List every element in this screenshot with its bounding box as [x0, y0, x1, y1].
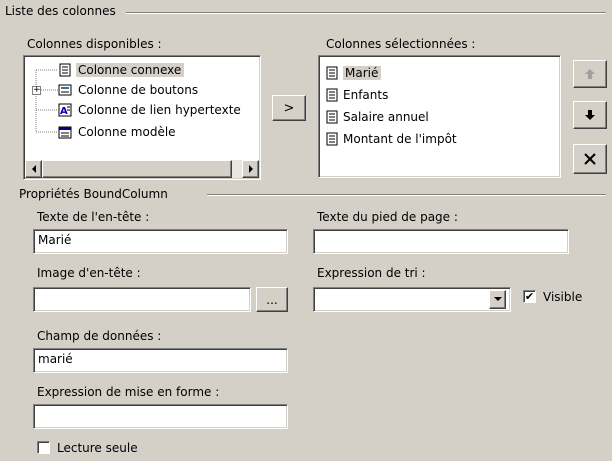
- selected-item[interactable]: Salaire annuel: [325, 108, 429, 126]
- scroll-right-button[interactable]: [242, 160, 259, 178]
- bound-column-icon: [326, 88, 338, 102]
- visible-checkbox[interactable]: ✔: [523, 290, 536, 303]
- button-column-icon: [58, 84, 72, 96]
- add-column-button[interactable]: >: [272, 95, 306, 121]
- footer-text-label: Texte du pied de page :: [317, 210, 458, 224]
- footer-text-input[interactable]: [313, 229, 569, 254]
- delete-column-button[interactable]: [573, 144, 607, 174]
- read-only-label: Lecture seule: [57, 441, 138, 455]
- available-columns-label: Colonnes disponibles :: [27, 37, 162, 51]
- data-field-input[interactable]: marié: [33, 348, 288, 373]
- scroll-left-button[interactable]: [25, 160, 42, 178]
- available-item[interactable]: Colonne connexe: [58, 61, 185, 79]
- triangle-right-icon: [248, 165, 253, 173]
- properties-group-divider: [207, 194, 606, 196]
- header-image-label: Image d'en-tête :: [37, 266, 141, 280]
- available-item[interactable]: Colonne modèle: [58, 123, 176, 141]
- selected-columns-list[interactable]: Marié Enfants Salaire annuel Montant de …: [318, 55, 561, 178]
- svg-text:A: A: [60, 106, 68, 117]
- data-field-value: marié: [38, 352, 73, 366]
- horizontal-scrollbar[interactable]: [25, 160, 259, 178]
- bound-column-icon: [326, 132, 338, 146]
- hyperlink-column-icon: A: [58, 103, 72, 117]
- bound-column-icon: [326, 110, 338, 124]
- selected-item-label: Salaire annuel: [343, 110, 429, 124]
- available-item[interactable]: A Colonne de lien hypertexte: [58, 101, 241, 119]
- available-item-label: Colonne de lien hypertexte: [78, 103, 241, 117]
- visible-label: Visible: [543, 290, 583, 304]
- header-text-input[interactable]: Marié: [33, 229, 288, 254]
- header-text-label: Texte de l'en-tête :: [37, 210, 150, 224]
- triangle-left-icon: [31, 165, 36, 173]
- format-expression-label: Expression de mise en forme :: [37, 385, 220, 399]
- available-item-label: Colonne modèle: [78, 125, 176, 139]
- arrow-down-icon: [585, 110, 595, 120]
- delete-x-icon: [584, 153, 596, 165]
- sort-expression-select[interactable]: [313, 287, 511, 312]
- properties-group-title: Propriétés BoundColumn: [19, 187, 168, 201]
- header-image-input[interactable]: [33, 287, 251, 312]
- available-item-label: Colonne de boutons: [78, 83, 199, 97]
- available-columns-tree[interactable]: + Colonne connexe Colonne de boutons A C…: [23, 55, 261, 180]
- template-column-icon: [58, 126, 72, 139]
- format-expression-input[interactable]: [33, 404, 288, 429]
- bound-column-icon: [59, 63, 71, 77]
- selected-item[interactable]: Montant de l'impôt: [325, 130, 457, 148]
- selected-item-label: Montant de l'impôt: [343, 132, 457, 146]
- columns-group-divider: [126, 12, 606, 14]
- scroll-thumb[interactable]: [42, 160, 232, 178]
- arrow-up-icon: [585, 69, 595, 79]
- move-up-button[interactable]: [573, 60, 607, 88]
- browse-image-button[interactable]: ...: [256, 287, 288, 312]
- available-item-label: Colonne connexe: [76, 63, 185, 77]
- data-field-label: Champ de données :: [37, 329, 162, 343]
- selected-item[interactable]: Marié: [325, 64, 382, 82]
- read-only-checkbox[interactable]: [37, 441, 50, 454]
- bound-column-icon: [326, 66, 338, 80]
- selected-item-label: Marié: [343, 66, 382, 80]
- selected-item[interactable]: Enfants: [325, 86, 388, 104]
- move-down-button[interactable]: [573, 101, 607, 129]
- selected-item-label: Enfants: [343, 88, 389, 102]
- sort-expression-label: Expression de tri :: [317, 266, 426, 280]
- chevron-down-icon: [493, 297, 502, 301]
- available-item[interactable]: Colonne de boutons: [58, 81, 198, 99]
- dropdown-button[interactable]: [489, 290, 506, 309]
- header-text-value: Marié: [38, 233, 72, 247]
- expand-plus-icon[interactable]: +: [32, 86, 41, 95]
- selected-columns-label: Colonnes sélectionnées :: [326, 37, 476, 51]
- columns-group-title: Liste des colonnes: [5, 4, 116, 18]
